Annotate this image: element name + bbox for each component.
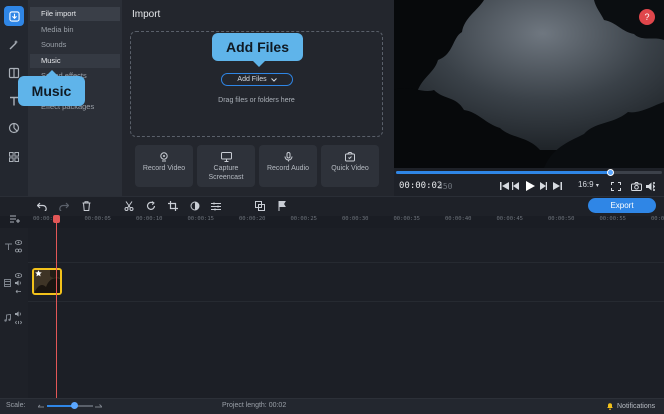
add-files-button[interactable]: Add Files bbox=[221, 73, 293, 86]
timecode: 00:00:02 bbox=[399, 181, 443, 191]
ruler-tick-label: 00:00:15 bbox=[187, 216, 215, 222]
tile-label: Capture Screencast bbox=[208, 165, 244, 181]
link-icon[interactable] bbox=[14, 287, 22, 295]
aspect-ratio-dropdown[interactable]: 16:9 ▾ bbox=[578, 180, 599, 189]
previous-frame-icon[interactable] bbox=[510, 180, 522, 192]
color-adjust-icon[interactable] bbox=[188, 199, 202, 213]
add-files-label: Add Files bbox=[237, 76, 267, 83]
chevron-down-icon bbox=[270, 77, 277, 82]
timecode-milliseconds: 350 bbox=[438, 182, 453, 191]
playhead-handle[interactable] bbox=[53, 215, 60, 223]
crop-icon[interactable] bbox=[166, 199, 180, 213]
zoom-in-icon[interactable] bbox=[95, 404, 102, 408]
tile-label: Record Video bbox=[142, 165, 186, 172]
visibility-eye-icon[interactable] bbox=[14, 271, 22, 279]
help-button[interactable]: ? bbox=[639, 9, 655, 25]
timeline-tracks[interactable] bbox=[28, 228, 664, 398]
overlay-icon[interactable] bbox=[253, 199, 267, 213]
progress-fill bbox=[396, 171, 612, 174]
cut-icon[interactable] bbox=[122, 199, 136, 213]
menu-item-media-bin[interactable]: Media bin bbox=[30, 23, 120, 37]
clip-properties-icon[interactable] bbox=[209, 199, 223, 213]
ruler-tick-label: 00:00:55 bbox=[599, 216, 627, 222]
video-track-icon bbox=[3, 279, 11, 287]
quick-video-tile[interactable]: Quick Video bbox=[321, 145, 379, 187]
video-preview[interactable] bbox=[394, 0, 664, 168]
redo-icon[interactable] bbox=[57, 199, 71, 213]
ruler-tick-label: 00:00:30 bbox=[342, 216, 369, 222]
mute-audio-icon[interactable] bbox=[14, 310, 22, 318]
lane-divider bbox=[28, 301, 664, 302]
skip-to-end-icon[interactable] bbox=[551, 180, 563, 192]
quick-video-icon bbox=[321, 152, 379, 162]
camera-snapshot-icon[interactable] bbox=[630, 180, 642, 192]
ruler-tick-label: 00:00:50 bbox=[548, 216, 575, 222]
notifications-label: Notifications bbox=[617, 402, 656, 410]
favorite-star-icon bbox=[35, 270, 42, 277]
drag-hint: Drag files or folders here bbox=[218, 97, 295, 104]
more-options-icon[interactable] bbox=[651, 180, 657, 192]
scale-label: Scale: bbox=[6, 402, 26, 409]
ruler-tick-label: 00:00:40 bbox=[445, 216, 472, 222]
next-frame-icon[interactable] bbox=[537, 180, 549, 192]
magic-wand-icon[interactable] bbox=[4, 35, 24, 55]
link-icon[interactable] bbox=[14, 246, 22, 254]
bell-icon bbox=[606, 402, 614, 410]
menu-item-sounds[interactable]: Sounds bbox=[30, 38, 120, 52]
timeline-toolbar bbox=[0, 196, 664, 216]
chevron-down-icon: ▾ bbox=[595, 183, 599, 189]
delete-icon[interactable] bbox=[79, 199, 93, 213]
aspect-ratio-value: 16:9 bbox=[578, 180, 594, 189]
microphone-icon bbox=[259, 152, 317, 162]
skip-to-start-icon[interactable] bbox=[498, 180, 510, 192]
undo-icon[interactable] bbox=[35, 199, 49, 213]
project-length: Project length: 00:02 bbox=[222, 402, 287, 409]
add-track-icon[interactable] bbox=[8, 212, 22, 226]
monitor-icon bbox=[197, 152, 255, 162]
ruler-tick-label: 00:01:00 bbox=[651, 216, 664, 222]
rotate-icon[interactable] bbox=[144, 199, 158, 213]
playhead-line bbox=[56, 221, 57, 401]
text-track-icon bbox=[4, 242, 12, 250]
ruler-tick-label: 00:00:35 bbox=[393, 216, 421, 222]
link-icon[interactable] bbox=[14, 318, 22, 326]
notifications-button[interactable]: Notifications bbox=[606, 402, 655, 410]
record-audio-tile[interactable]: Record Audio bbox=[259, 145, 317, 187]
menu-item-file-import[interactable]: File import bbox=[30, 7, 120, 21]
visibility-eye-icon[interactable] bbox=[14, 238, 22, 246]
import-title: Import bbox=[132, 9, 161, 20]
webcam-icon bbox=[135, 152, 193, 162]
ruler-tick-label: 00:00:10 bbox=[136, 216, 163, 222]
ruler-tick-label: 00:00:45 bbox=[496, 216, 524, 222]
record-video-tile[interactable]: Record Video bbox=[135, 145, 193, 187]
add-files-tooltip: Add Files bbox=[212, 33, 303, 67]
mute-audio-icon[interactable] bbox=[14, 279, 22, 287]
capture-screencast-tile[interactable]: Capture Screencast bbox=[197, 145, 255, 187]
ruler-tick-label: 00:00:20 bbox=[239, 216, 266, 222]
more-tools-icon[interactable] bbox=[4, 147, 24, 167]
import-icon[interactable] bbox=[4, 6, 24, 26]
lane-divider bbox=[28, 262, 664, 263]
export-button[interactable]: Export bbox=[588, 198, 656, 213]
music-track-icon bbox=[3, 314, 11, 322]
ruler-tick-label: 00:00:05 bbox=[84, 216, 112, 222]
menu-item-music[interactable]: Music bbox=[30, 54, 120, 68]
zoom-out-icon[interactable] bbox=[38, 404, 44, 408]
marker-flag-icon[interactable] bbox=[275, 199, 289, 213]
sticker-icon[interactable] bbox=[4, 118, 24, 138]
play-icon[interactable] bbox=[524, 180, 536, 192]
fullscreen-icon[interactable] bbox=[610, 180, 622, 192]
music-tooltip: Music bbox=[18, 70, 85, 106]
tile-label: Record Audio bbox=[266, 165, 310, 172]
tile-label: Quick Video bbox=[331, 165, 369, 172]
ruler-tick-label: 00:00:25 bbox=[290, 216, 318, 222]
